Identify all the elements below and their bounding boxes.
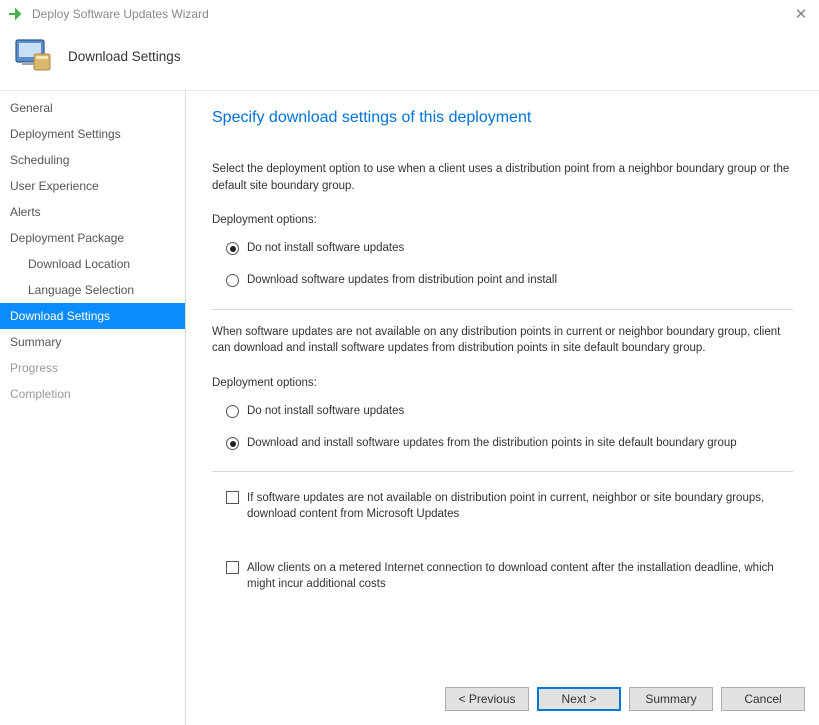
instruction-text: Select the deployment option to use when… (212, 161, 793, 194)
divider (212, 471, 793, 472)
wizard-footer: < Previous Next > Summary Cancel (186, 679, 819, 725)
sidebar-item-progress: Progress (0, 355, 185, 381)
wizard-nav-sidebar: GeneralDeployment SettingsSchedulingUser… (0, 90, 186, 725)
radio-download-and-install-1[interactable]: Download software updates from distribut… (212, 268, 793, 292)
sidebar-item-summary[interactable]: Summary (0, 329, 185, 355)
sidebar-item-user-experience[interactable]: User Experience (0, 173, 185, 199)
radio-icon (226, 405, 239, 418)
checkbox-icon (226, 491, 239, 504)
summary-button[interactable]: Summary (629, 687, 713, 711)
sidebar-item-download-settings[interactable]: Download Settings (0, 303, 185, 329)
checkbox-microsoft-updates[interactable]: If software updates are not available on… (212, 486, 793, 526)
title-bar: Deploy Software Updates Wizard ✕ (0, 0, 819, 28)
instruction-text: When software updates are not available … (212, 324, 793, 357)
checkbox-label: Allow clients on a metered Internet conn… (247, 560, 793, 592)
radio-label: Do not install software updates (247, 240, 404, 256)
radio-do-not-install-2[interactable]: Do not install software updates (212, 399, 793, 423)
header: Download Settings (0, 28, 819, 90)
window-title: Deploy Software Updates Wizard (32, 7, 791, 21)
radio-do-not-install-1[interactable]: Do not install software updates (212, 236, 793, 260)
sidebar-item-download-location[interactable]: Download Location (0, 251, 185, 277)
sidebar-item-deployment-settings[interactable]: Deployment Settings (0, 121, 185, 147)
radio-icon (226, 437, 239, 450)
radio-label: Download software updates from distribut… (247, 272, 557, 288)
next-button[interactable]: Next > (537, 687, 621, 711)
checkbox-icon (226, 561, 239, 574)
checkbox-label: If software updates are not available on… (247, 490, 793, 522)
sidebar-item-deployment-package[interactable]: Deployment Package (0, 225, 185, 251)
wizard-icon (8, 7, 26, 21)
radio-label: Download and install software updates fr… (247, 435, 737, 451)
sidebar-item-scheduling[interactable]: Scheduling (0, 147, 185, 173)
close-icon[interactable]: ✕ (791, 5, 811, 23)
main-heading: Specify download settings of this deploy… (212, 109, 793, 127)
main-panel: Specify download settings of this deploy… (186, 90, 819, 725)
radio-label: Do not install software updates (247, 403, 404, 419)
sidebar-item-alerts[interactable]: Alerts (0, 199, 185, 225)
checkbox-metered-connection[interactable]: Allow clients on a metered Internet conn… (212, 556, 793, 596)
page-title: Download Settings (68, 49, 181, 64)
sidebar-item-language-selection[interactable]: Language Selection (0, 277, 185, 303)
radio-download-default-boundary[interactable]: Download and install software updates fr… (212, 431, 793, 455)
sidebar-item-completion: Completion (0, 381, 185, 407)
deployment-options-label-1: Deployment options: (212, 214, 793, 226)
previous-button[interactable]: < Previous (445, 687, 529, 711)
deployment-options-label-2: Deployment options: (212, 377, 793, 389)
computer-icon (12, 36, 54, 76)
sidebar-item-general[interactable]: General (0, 95, 185, 121)
radio-icon (226, 274, 239, 287)
cancel-button[interactable]: Cancel (721, 687, 805, 711)
divider (212, 309, 793, 310)
radio-icon (226, 242, 239, 255)
